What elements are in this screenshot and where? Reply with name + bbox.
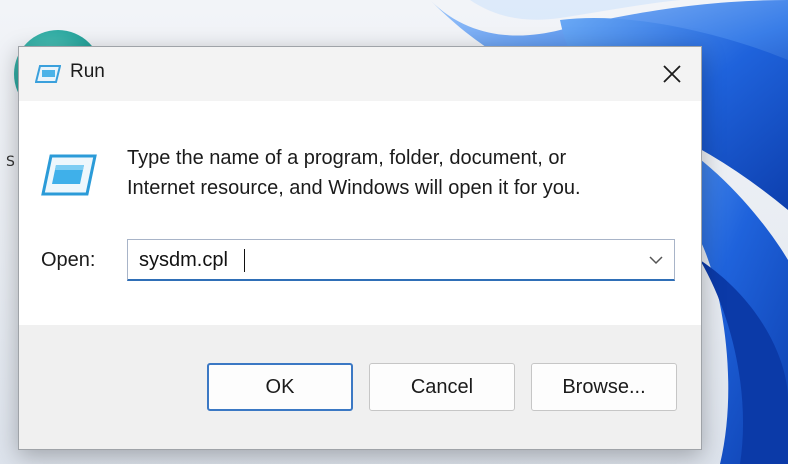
run-icon: [35, 65, 61, 83]
run-icon: [41, 154, 97, 196]
close-button[interactable]: [643, 47, 701, 101]
close-icon: [663, 65, 681, 83]
description-line-2: Internet resource, and Windows will open…: [127, 177, 581, 199]
cancel-button[interactable]: Cancel: [369, 363, 515, 411]
text-cursor: [244, 249, 245, 272]
dropdown-button[interactable]: [638, 240, 674, 280]
open-input[interactable]: [128, 240, 628, 280]
run-dialog: Run Type the name of a program, folder, …: [18, 46, 702, 450]
window-title: Run: [70, 61, 105, 82]
open-combobox[interactable]: [127, 239, 675, 281]
dialog-content: Type the name of a program, folder, docu…: [19, 101, 701, 325]
ok-button[interactable]: OK: [207, 363, 353, 411]
button-bar: OK Cancel Browse...: [19, 325, 701, 449]
browse-button[interactable]: Browse...: [531, 363, 677, 411]
chevron-down-icon: [649, 256, 663, 265]
title-bar[interactable]: Run: [19, 47, 701, 101]
dialog-description: Type the name of a program, folder, docu…: [127, 143, 667, 203]
description-line-1: Type the name of a program, folder, docu…: [127, 147, 567, 169]
open-label: Open:: [41, 249, 96, 271]
